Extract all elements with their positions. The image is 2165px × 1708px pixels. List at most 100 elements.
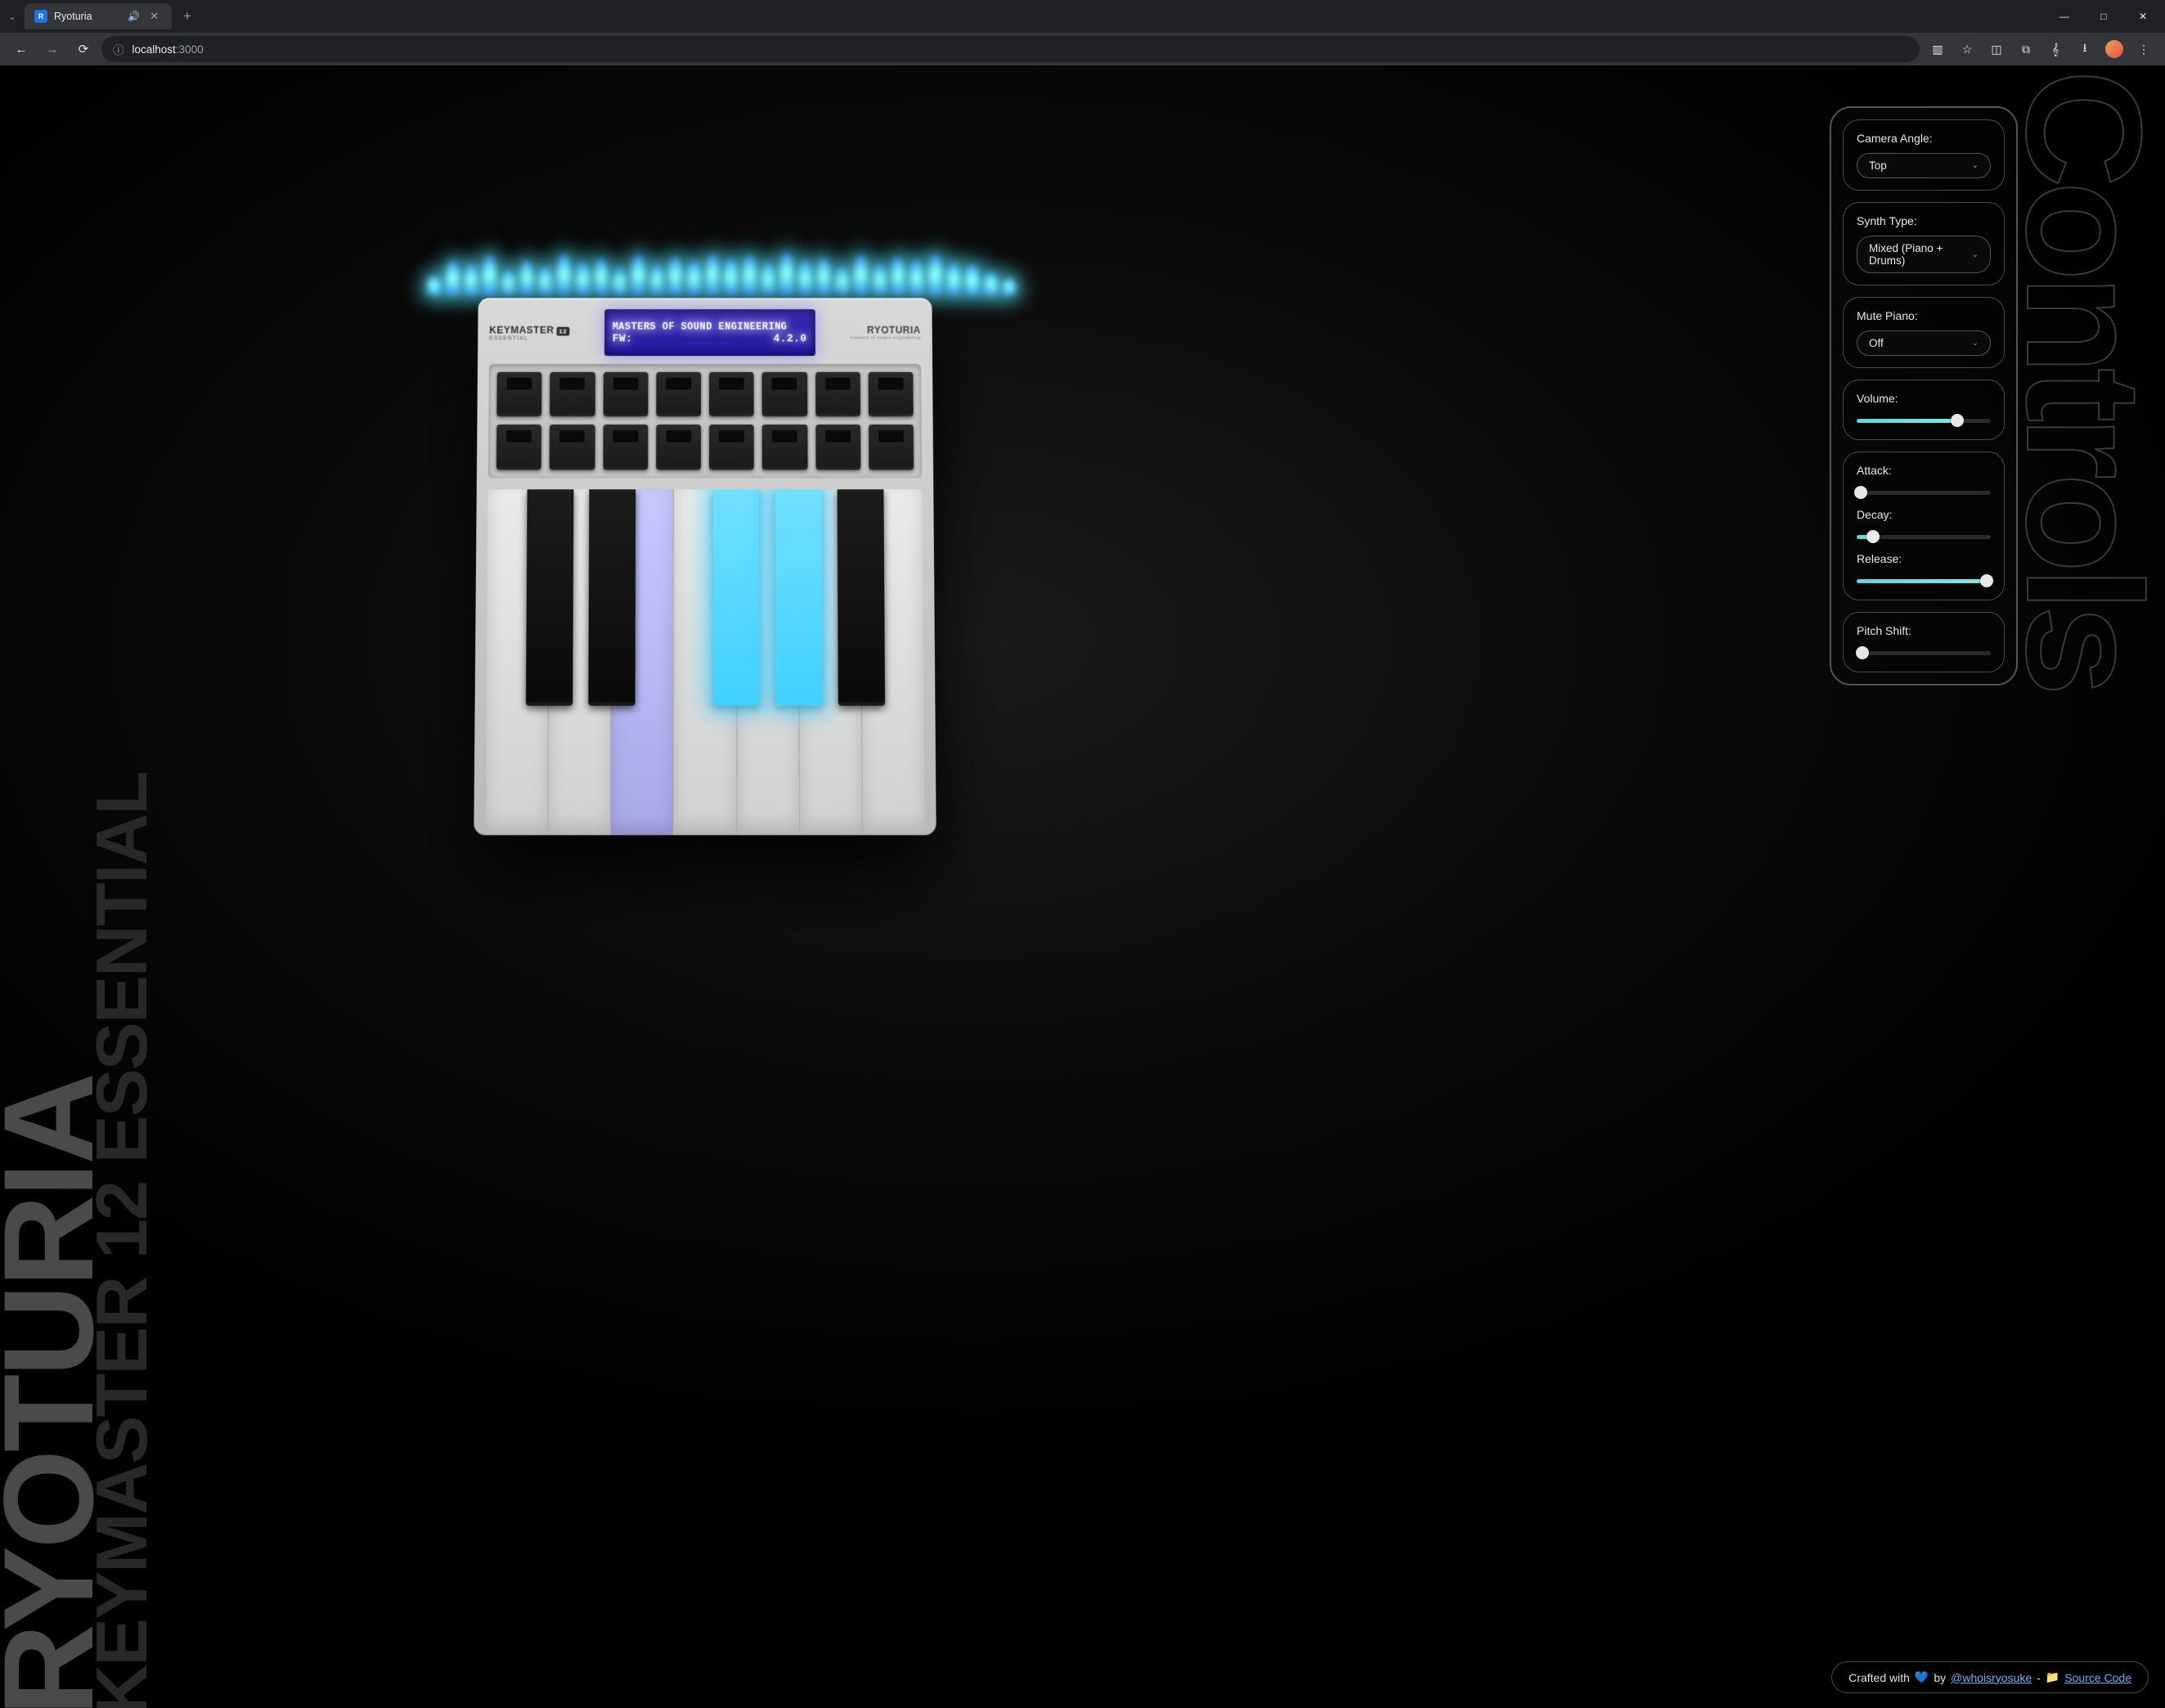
window-minimize-button[interactable]: ―: [2046, 3, 2083, 29]
extension-notion-icon[interactable]: ◫: [1983, 36, 2010, 62]
pitch-shift-slider[interactable]: [1857, 645, 1991, 660]
midi-keyboard-device: KEYMASTER12 ESSENTIAL MASTERS OF SOUND E…: [476, 295, 934, 833]
decor-text-ryoturia: RYOTURIA: [0, 1075, 106, 1708]
drum-pad[interactable]: [709, 425, 754, 470]
browser-addressbar: ← → ⟳ ⓘ localhost:3000 ▥ ☆ ◫ ⧉ 𝄞 ⭳ ⋮: [0, 33, 2165, 65]
black-key[interactable]: [713, 489, 760, 706]
nav-reload-button[interactable]: ⟳: [70, 36, 97, 62]
drum-pad[interactable]: [550, 425, 595, 470]
footer-sep: -: [2037, 1671, 2041, 1684]
piano-keys: [486, 489, 925, 835]
lcd-line-1: MASTERS OF SOUND ENGINEERING: [613, 321, 807, 332]
reading-list-icon[interactable]: ▥: [1925, 36, 1951, 62]
mute-piano-select[interactable]: Off ⌄: [1857, 330, 1991, 356]
drum-pad[interactable]: [656, 372, 701, 417]
heart-icon: 💙: [1915, 1670, 1929, 1684]
footer-crafted: Crafted with: [1848, 1671, 1910, 1684]
drum-pad[interactable]: [815, 372, 860, 417]
extensions-icon[interactable]: ⧉: [2013, 36, 2039, 62]
decay-slider[interactable]: [1857, 529, 1991, 544]
drum-pad[interactable]: [709, 372, 754, 417]
close-tab-icon[interactable]: ✕: [146, 10, 162, 23]
mute-piano-label: Mute Piano:: [1857, 309, 1991, 322]
black-key[interactable]: [838, 489, 885, 706]
device-brand-sub: ESSENTIAL: [489, 335, 569, 341]
camera-angle-label: Camera Angle:: [1857, 132, 1991, 145]
drum-pad[interactable]: [869, 425, 914, 470]
url-field[interactable]: ⓘ localhost:3000: [101, 36, 1920, 62]
media-control-icon[interactable]: 𝄞: [2042, 36, 2068, 62]
device-brand-right-sub: masters of sound engineering: [850, 336, 921, 341]
drum-pad[interactable]: [550, 372, 595, 417]
browser-titlebar: ⌄ R Ryoturia 🔊 ✕ + ― □ ✕: [0, 0, 2165, 33]
new-tab-button[interactable]: +: [172, 8, 203, 25]
volume-slider[interactable]: [1857, 413, 1991, 428]
window-maximize-button[interactable]: □: [2085, 3, 2122, 29]
release-slider[interactable]: [1857, 573, 1991, 588]
bookmark-icon[interactable]: ☆: [1954, 36, 1980, 62]
url-port: :3000: [176, 43, 204, 56]
soundwave-visualizer: [427, 238, 1016, 295]
drum-pad[interactable]: [497, 372, 542, 417]
favicon-icon: R: [34, 10, 47, 23]
tab-title: Ryoturia: [54, 11, 92, 22]
drum-pad[interactable]: [656, 425, 701, 470]
attack-label: Attack:: [1857, 464, 1991, 477]
control-group-envelope: Attack: Decay: Release:: [1843, 452, 2005, 600]
synth-type-label: Synth Type:: [1857, 214, 1991, 227]
synth-type-value: Mixed (Piano + Drums): [1869, 242, 1972, 267]
chevron-down-icon: ⌄: [1972, 250, 1979, 259]
pitch-shift-label: Pitch Shift:: [1857, 624, 1991, 637]
release-label: Release:: [1857, 552, 1991, 565]
app-viewport: RYOTURIA KEYMASTER 12 ESSENTIAL Controls…: [0, 65, 2165, 1708]
drum-pad[interactable]: [869, 372, 914, 417]
black-key[interactable]: [775, 489, 822, 706]
device-brand-key: KEY: [489, 324, 510, 335]
audio-playing-icon[interactable]: 🔊: [128, 11, 140, 22]
footer-author-link[interactable]: @whoisryosuke: [1951, 1671, 2032, 1684]
browser-menu-icon[interactable]: ⋮: [2131, 36, 2157, 62]
footer-source-link[interactable]: Source Code: [2064, 1671, 2131, 1684]
drum-pad[interactable]: [762, 372, 807, 417]
footer-by: by: [1934, 1671, 1946, 1684]
camera-angle-select[interactable]: Top ⌄: [1857, 153, 1991, 178]
drum-pad[interactable]: [815, 425, 860, 470]
tab-search-dropdown[interactable]: ⌄: [0, 11, 25, 22]
footer-credits: Crafted with 💙 by @whoisryosuke - 📁 Sour…: [1831, 1661, 2149, 1693]
downloads-icon[interactable]: ⭳: [2072, 36, 2098, 62]
volume-label: Volume:: [1857, 392, 1991, 405]
control-group-synth: Synth Type: Mixed (Piano + Drums) ⌄: [1843, 202, 2005, 285]
folder-icon: 📁: [2046, 1670, 2059, 1684]
device-brand-right-title: RYOTURIA: [867, 325, 921, 336]
chevron-down-icon: ⌄: [1972, 161, 1979, 170]
attack-slider[interactable]: [1857, 485, 1991, 500]
control-group-camera: Camera Angle: Top ⌄: [1843, 119, 2005, 191]
url-host: localhost: [133, 43, 176, 56]
control-group-pitch: Pitch Shift:: [1843, 612, 2005, 672]
black-key[interactable]: [589, 489, 636, 706]
mute-piano-value: Off: [1869, 337, 1884, 349]
profile-avatar[interactable]: [2101, 36, 2127, 62]
browser-tab[interactable]: R Ryoturia 🔊 ✕: [25, 3, 172, 29]
drum-pad[interactable]: [762, 425, 807, 470]
device-brand-num: 12: [557, 326, 570, 335]
device-lcd: MASTERS OF SOUND ENGINEERING FW: 4.2.0: [604, 309, 815, 356]
drum-pad[interactable]: [603, 372, 648, 417]
lcd-fw-label: FW:: [613, 332, 633, 344]
lcd-fw-value: 4.2.0: [774, 332, 807, 344]
chevron-down-icon: ⌄: [1972, 339, 1979, 348]
controls-panel: Camera Angle: Top ⌄ Synth Type: Mixed (P…: [1830, 106, 2018, 685]
drum-pad[interactable]: [603, 425, 648, 470]
site-info-icon[interactable]: ⓘ: [113, 41, 124, 57]
window-close-button[interactable]: ✕: [2124, 3, 2162, 29]
decor-text-keymaster: KEYMASTER 12 ESSENTIAL: [90, 772, 153, 1708]
black-key[interactable]: [527, 489, 574, 706]
drum-pads-grid: [488, 364, 922, 478]
device-brand-left: KEYMASTER12 ESSENTIAL: [489, 324, 569, 341]
nav-forward-button[interactable]: →: [39, 36, 65, 62]
control-group-mute: Mute Piano: Off ⌄: [1843, 297, 2005, 368]
drum-pad[interactable]: [496, 425, 541, 470]
decor-text-controls: Controls: [2016, 70, 2150, 690]
synth-type-select[interactable]: Mixed (Piano + Drums) ⌄: [1857, 236, 1991, 273]
nav-back-button[interactable]: ←: [8, 36, 34, 62]
